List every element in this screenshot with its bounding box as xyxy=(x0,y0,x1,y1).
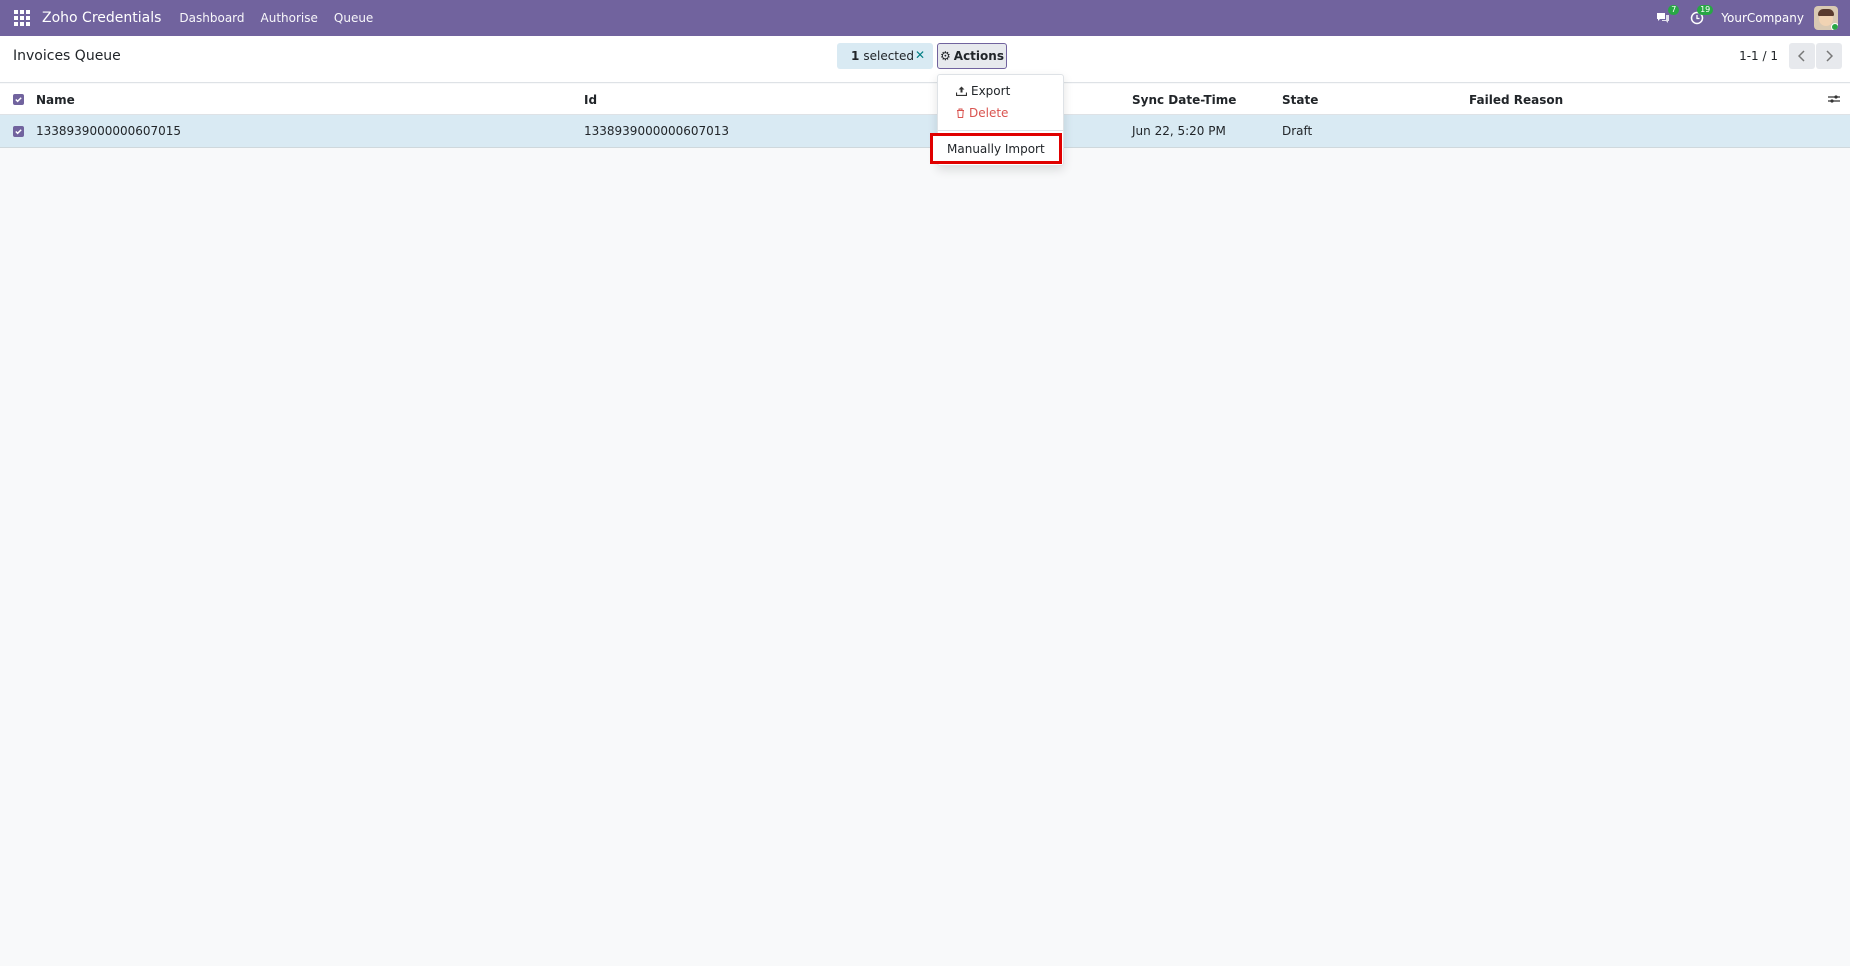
menu-item-export[interactable]: Export xyxy=(956,84,1010,98)
clear-selection-close-icon[interactable]: ✕ xyxy=(915,48,925,62)
chevron-right-icon xyxy=(1826,50,1833,62)
control-panel: Invoices Queue 1 selected ✕ ⚙ Actions 1-… xyxy=(0,36,1850,83)
apps-menu-icon[interactable] xyxy=(14,10,30,26)
main-menu: Dashboard Authorise Queue xyxy=(171,11,381,25)
user-avatar[interactable] xyxy=(1814,6,1838,30)
menu-item-queue[interactable]: Queue xyxy=(326,11,381,25)
select-all-checkbox[interactable] xyxy=(13,94,24,105)
activities-clock-icon[interactable]: 19 xyxy=(1687,5,1714,28)
actions-dropdown-menu: Export Delete Manually Import xyxy=(930,74,1064,166)
menu-item-authorise[interactable]: Authorise xyxy=(253,11,326,25)
table-header: Name Id Sync Date-Time State Failed Reas… xyxy=(0,84,1850,115)
top-navbar: Zoho Credentials Dashboard Authorise Que… xyxy=(0,0,1850,36)
list-table: Name Id Sync Date-Time State Failed Reas… xyxy=(0,84,1850,148)
chevron-left-icon xyxy=(1798,50,1805,62)
selection-indicator: 1 selected ✕ xyxy=(837,43,933,69)
page-title: Invoices Queue xyxy=(13,48,121,64)
gear-icon: ⚙ xyxy=(940,49,951,63)
column-header-failed-reason[interactable]: Failed Reason xyxy=(1469,93,1563,107)
pager-value[interactable]: 1-1 / 1 xyxy=(1739,49,1778,63)
column-header-sync-date-time[interactable]: Sync Date-Time xyxy=(1132,93,1236,107)
column-header-name[interactable]: Name xyxy=(36,93,75,107)
company-switcher[interactable]: YourCompany xyxy=(1721,11,1804,25)
export-label: Export xyxy=(971,84,1011,98)
row-checkbox[interactable] xyxy=(13,126,24,137)
messages-icon[interactable]: 7 xyxy=(1653,5,1680,28)
app-brand[interactable]: Zoho Credentials xyxy=(42,10,161,26)
actions-label: Actions xyxy=(953,49,1004,63)
menu-divider xyxy=(938,130,1063,131)
pager-previous-button[interactable] xyxy=(1789,43,1815,69)
column-header-state[interactable]: State xyxy=(1282,93,1318,107)
optional-columns-sliders-icon[interactable] xyxy=(1828,93,1840,108)
delete-label: Delete xyxy=(969,106,1009,120)
menu-item-delete[interactable]: Delete xyxy=(956,106,1008,120)
selected-label: selected xyxy=(863,49,915,63)
activities-count-badge: 19 xyxy=(1697,5,1714,15)
cell-name: 1338939000000607015 xyxy=(36,124,182,138)
upload-icon xyxy=(956,86,967,96)
trash-icon xyxy=(957,108,964,118)
menu-item-manually-import[interactable]: Manually Import xyxy=(930,133,1062,164)
pager-next-button[interactable] xyxy=(1816,43,1842,69)
cell-sync-date-time: Jun 22, 5:20 PM xyxy=(1132,124,1226,138)
messages-count-badge: 7 xyxy=(1668,5,1680,15)
table-row[interactable]: 1338939000000607015 1338939000000607013 … xyxy=(0,115,1850,148)
column-header-id[interactable]: Id xyxy=(584,93,597,107)
systray: 7 19 YourCompany xyxy=(1653,0,1838,36)
actions-button[interactable]: ⚙ Actions xyxy=(937,43,1007,69)
cell-state: Draft xyxy=(1282,124,1313,138)
cell-id: 1338939000000607013 xyxy=(584,124,730,138)
online-status-dot xyxy=(1831,23,1838,30)
menu-item-dashboard[interactable]: Dashboard xyxy=(171,11,252,25)
selected-count: 1 xyxy=(851,49,860,63)
